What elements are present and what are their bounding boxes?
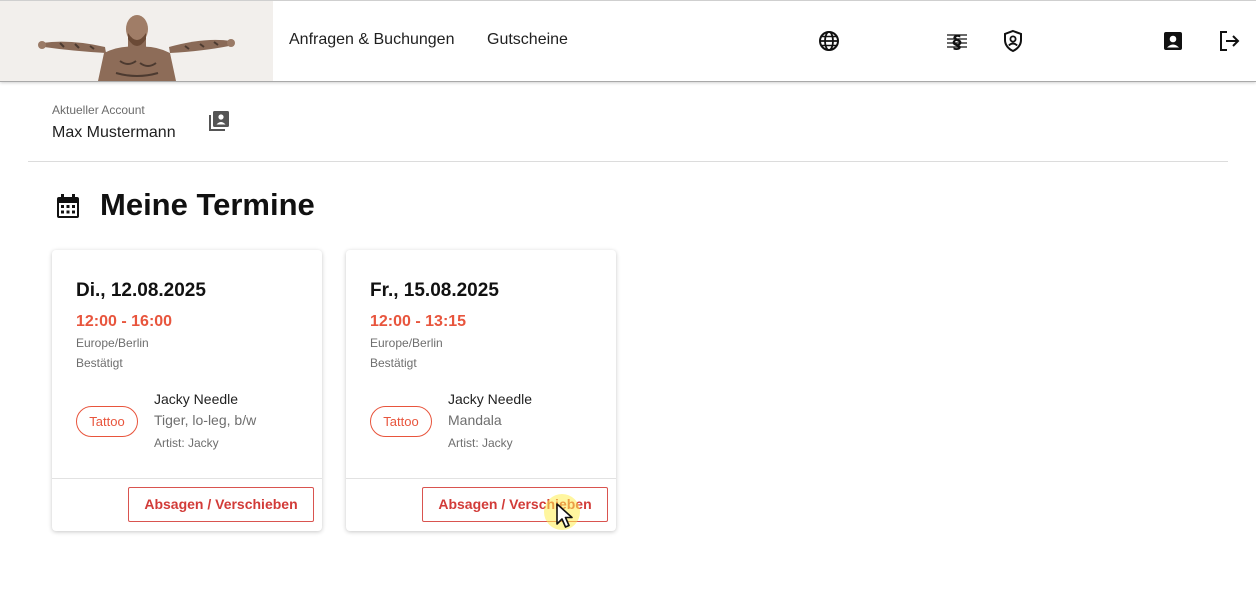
nav-link-vouchers[interactable]: Gutscheine <box>487 31 568 49</box>
appointment-motif: Mandala <box>448 412 502 428</box>
switch-account-icon[interactable] <box>207 109 231 133</box>
appointment-type-chip: Tattoo <box>76 406 138 437</box>
appointment-motif: Tiger, lo-leg, b/w <box>154 412 257 428</box>
section-law-icon[interactable]: § <box>945 29 969 53</box>
current-account-name: Max Mustermann <box>52 124 176 141</box>
calendar-icon <box>54 192 82 220</box>
appointment-date: Di., 12.08.2025 <box>76 280 206 301</box>
account-box-icon[interactable] <box>1161 29 1185 53</box>
appointment-status: Bestätigt <box>76 356 123 370</box>
cancel-reschedule-button[interactable]: Absagen / Verschieben <box>422 487 608 522</box>
appointment-type-chip: Tattoo <box>370 406 432 437</box>
tattooed-man-photo <box>0 1 273 81</box>
account-divider <box>28 161 1228 162</box>
appointment-card: Fr., 15.08.2025 12:00 - 13:15 Europe/Ber… <box>346 250 616 531</box>
mouse-pointer-icon <box>556 503 573 528</box>
svg-text:§: § <box>953 32 962 53</box>
appointment-artist-label: Artist: Jacky <box>154 436 219 450</box>
top-navigation-bar: Anfragen & Buchungen Gutscheine § <box>0 0 1256 82</box>
appointment-card: Di., 12.08.2025 12:00 - 16:00 Europe/Ber… <box>52 250 322 531</box>
current-account: Aktueller Account Max Mustermann <box>52 103 176 141</box>
cancel-reschedule-button[interactable]: Absagen / Verschieben <box>128 487 314 522</box>
appointment-time: 12:00 - 13:15 <box>370 313 467 330</box>
appointment-artist: Jacky Needle <box>448 391 533 407</box>
globe-icon[interactable] <box>817 29 841 53</box>
logout-icon[interactable] <box>1217 29 1241 53</box>
card-divider <box>346 478 616 479</box>
page-title: Meine Termine <box>100 187 315 222</box>
card-divider <box>52 478 322 479</box>
studio-logo-image[interactable] <box>0 1 273 81</box>
appointment-timezone: Europe/Berlin <box>76 336 149 350</box>
shield-user-icon[interactable] <box>1001 29 1025 53</box>
appointment-date: Fr., 15.08.2025 <box>370 280 499 301</box>
appointment-timezone: Europe/Berlin <box>370 336 443 350</box>
current-account-label: Aktueller Account <box>52 103 145 117</box>
appointment-time: 12:00 - 16:00 <box>76 313 173 330</box>
appointment-status: Bestätigt <box>370 356 417 370</box>
appointment-artist: Jacky Needle <box>154 391 239 407</box>
nav-link-requests-bookings[interactable]: Anfragen & Buchungen <box>289 31 454 49</box>
appointment-artist-label: Artist: Jacky <box>448 436 513 450</box>
